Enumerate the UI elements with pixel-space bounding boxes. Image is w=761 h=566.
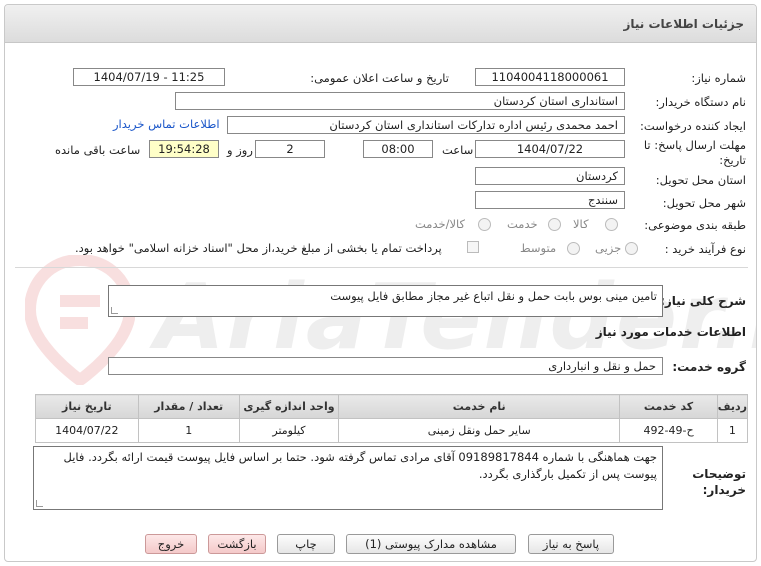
days-label: روز و (227, 143, 253, 157)
services-section-title: اطلاعات خدمات مورد نیاز (595, 325, 746, 339)
summary-label: شرح کلی نیاز: (660, 294, 746, 308)
category-service-label: خدمت (507, 217, 538, 231)
category-goods-label: کالا (573, 217, 589, 231)
reply-button[interactable]: پاسخ به نیاز (528, 534, 614, 554)
resize-handle-icon[interactable] (111, 307, 118, 314)
buyer-org-label: نام دستگاه خریدار: (655, 95, 746, 109)
cell-row: 1 (716, 418, 749, 443)
buyer-notes-text: جهت هماهنگی با شماره 09189817844 آقای مر… (63, 450, 658, 481)
remaining-time-field: 19:54:28 (149, 140, 219, 158)
city-label: شهر محل تحویل: (662, 196, 746, 210)
col-service-code: کد خدمت (619, 394, 718, 419)
deadline-time-label: ساعت (442, 143, 474, 157)
panel-header: جزئیات اطلاعات نیاز (5, 5, 756, 43)
summary-text: تامین مینی بوس بابت حمل و نقل اتباع غیر … (330, 289, 657, 303)
creator-label: ایجاد کننده درخواست: (640, 119, 746, 133)
category-both-radio[interactable] (478, 218, 491, 231)
buyer-notes-textarea[interactable]: جهت هماهنگی با شماره 09189817844 آقای مر… (33, 446, 663, 510)
treasury-payment-text: پرداخت تمام یا بخشی از مبلغ خرید،از محل … (75, 241, 442, 255)
process-medium-label: متوسط (520, 241, 557, 255)
category-both-label: کالا/خدمت (415, 217, 466, 231)
deadline-label: مهلت ارسال پاسخ: تا تاریخ: (643, 138, 746, 167)
announce-label: تاریخ و ساعت اعلان عمومی: (310, 71, 449, 85)
exit-button[interactable]: خروج (145, 534, 197, 554)
table-row: 1 ح-49-492 سایر حمل ونقل زمینی کیلومتر 1… (35, 418, 749, 443)
need-number-label: شماره نیاز: (691, 71, 746, 85)
back-button[interactable]: بازگشت (208, 534, 266, 554)
col-unit: واحد اندازه گیری (238, 394, 340, 419)
province-field: کردستان (475, 167, 625, 185)
service-group-label: گروه خدمت: (672, 360, 746, 374)
services-table-header: ردیف کد خدمت نام خدمت واحد اندازه گیری ت… (35, 394, 749, 419)
process-minor-label: جزیی (595, 241, 622, 255)
panel-title: جزئیات اطلاعات نیاز (623, 17, 744, 31)
services-table: ردیف کد خدمت نام خدمت واحد اندازه گیری ت… (35, 394, 749, 443)
process-medium-radio[interactable] (567, 242, 580, 255)
category-goods-radio[interactable] (605, 218, 618, 231)
service-group-field: حمل و نقل و انبارداری (108, 357, 663, 375)
col-service-name: نام خدمت (338, 394, 621, 419)
cell-quantity: 1 (137, 418, 240, 443)
need-number-field: 1104004118000061 (475, 68, 625, 86)
col-row: ردیف (716, 394, 749, 419)
col-quantity: تعداد / مقدار (137, 394, 240, 419)
deadline-date-field: 1404/07/22 (475, 140, 625, 158)
cell-need-date: 1404/07/22 (35, 418, 139, 443)
resize-handle-icon[interactable] (36, 500, 43, 507)
need-details-panel: جزئیات اطلاعات نیاز AriaTender.neT شماره… (4, 4, 757, 562)
view-attachments-button[interactable]: مشاهده مدارک پیوستی (1) (346, 534, 516, 554)
announce-field: 1404/07/19 - 11:25 (73, 68, 225, 86)
process-minor-radio[interactable] (625, 242, 638, 255)
creator-field: احمد محمدی رئیس اداره تدارکات استانداری … (227, 116, 625, 134)
cell-unit: کیلومتر (238, 418, 340, 443)
summary-textarea[interactable]: تامین مینی بوس بابت حمل و نقل اتباع غیر … (108, 285, 663, 317)
category-label: طبقه بندی موضوعی: (644, 218, 746, 232)
cell-service-code: ح-49-492 (619, 418, 718, 443)
col-need-date: تاریخ نیاز (35, 394, 139, 419)
city-field: سنندج (475, 191, 625, 209)
section-divider (15, 267, 748, 268)
buyer-org-field: استانداری استان کردستان (175, 92, 625, 110)
buyer-contact-link[interactable]: اطلاعات تماس خریدار (113, 117, 220, 131)
cell-service-name: سایر حمل ونقل زمینی (338, 418, 621, 443)
deadline-time-field: 08:00 (363, 140, 433, 158)
days-remaining-field: 2 (255, 140, 325, 158)
buyer-notes-label: توضیحات خریدار: (692, 467, 746, 497)
print-button[interactable]: چاپ (277, 534, 335, 554)
process-label: نوع فرآیند خرید : (664, 242, 746, 256)
remaining-label: ساعت باقی مانده (55, 143, 141, 157)
category-service-radio[interactable] (548, 218, 561, 231)
treasury-payment-checkbox[interactable] (467, 241, 479, 253)
watermark-text: AriaTender.neT (155, 265, 756, 370)
province-label: استان محل تحویل: (655, 173, 746, 187)
